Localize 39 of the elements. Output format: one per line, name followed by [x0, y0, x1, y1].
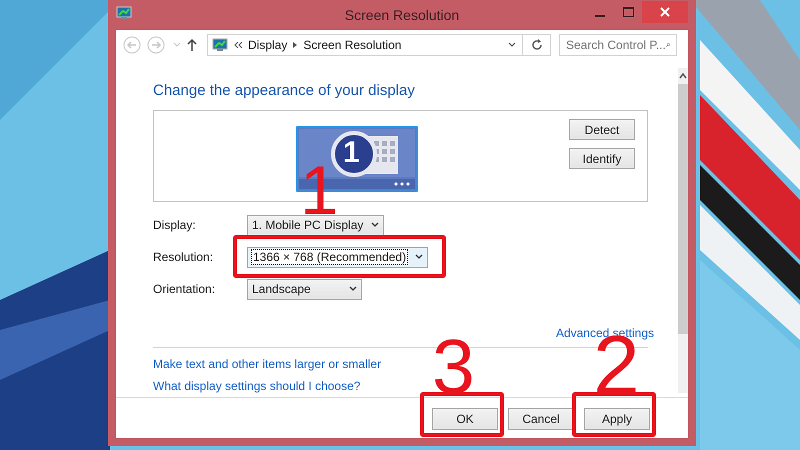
- dropdown[interactable]: Landscape: [247, 278, 362, 300]
- minimize-icon: [595, 14, 605, 16]
- scroll-up-icon: [679, 72, 687, 80]
- search-field[interactable]: Search Control P...: [559, 34, 677, 56]
- breadcrumb[interactable]: Display: [248, 38, 288, 52]
- back-icon: [123, 36, 141, 54]
- detect-button[interactable]: Detect: [569, 119, 635, 140]
- forward-icon: [147, 36, 165, 54]
- chevron-right-icon: [293, 42, 298, 48]
- cancel-button[interactable]: Cancel: [508, 408, 574, 430]
- monitor-icon: [116, 6, 132, 20]
- setting-label: Orientation:: [153, 282, 216, 296]
- dropdown[interactable]: 1. Mobile PC Display: [247, 214, 384, 236]
- ok-button[interactable]: OK: [432, 408, 498, 430]
- dropdown-icon: [508, 42, 516, 48]
- breadcrumb[interactable]: Screen Resolution: [303, 38, 402, 52]
- caret-icon: [415, 254, 424, 260]
- setting-label: Resolution:: [153, 250, 214, 264]
- caret-icon: [371, 222, 380, 228]
- refresh-icon: [530, 39, 542, 51]
- up-button[interactable]: [187, 38, 197, 52]
- double-chevron-icon: [234, 42, 242, 48]
- setting-label: Display:: [153, 218, 197, 232]
- page-heading: Change the appearance of your display: [153, 82, 416, 99]
- address-bar[interactable]: Display Screen Resolution: [207, 34, 551, 56]
- apply-button[interactable]: Apply: [584, 408, 650, 430]
- dropdown[interactable]: 1366 × 768 (Recommended): [247, 246, 428, 268]
- display-number: 1: [343, 135, 360, 171]
- step-number: 3: [432, 340, 475, 396]
- scrollbar[interactable]: [678, 68, 688, 393]
- close-icon: [660, 7, 670, 17]
- caret-icon: [349, 286, 357, 292]
- monitor-icon: [212, 38, 228, 52]
- identify-button[interactable]: Identify: [569, 148, 635, 169]
- dropdown-icon: [173, 42, 181, 48]
- window-title: Screen Resolution: [344, 7, 460, 23]
- close-button[interactable]: [642, 1, 688, 23]
- up-arrow-icon: [187, 38, 197, 52]
- maximize-icon: [622, 7, 634, 17]
